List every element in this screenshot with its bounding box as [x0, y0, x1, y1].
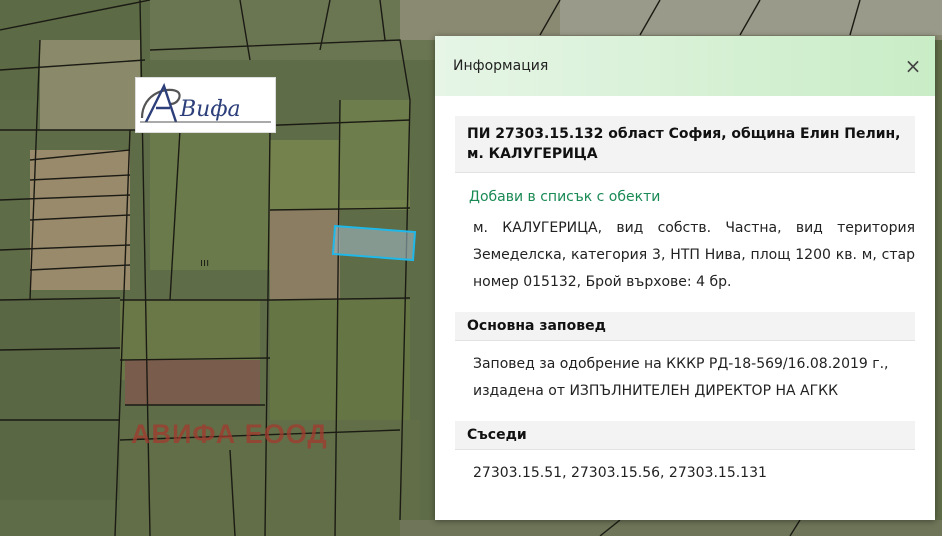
avifa-logo: Вифа	[135, 77, 276, 133]
info-panel-title: Информация	[453, 58, 549, 74]
add-to-list-link[interactable]: Добави в списък с обекти	[469, 189, 915, 205]
company-watermark: АВИФА ЕООД	[131, 419, 328, 449]
order-heading: Основна заповед	[455, 312, 915, 341]
info-panel: Информация × ПИ 27303.15.132 област Софи…	[435, 36, 935, 520]
close-icon[interactable]: ×	[903, 56, 923, 76]
info-panel-body: ПИ 27303.15.132 област София, община Ели…	[435, 96, 935, 487]
order-text: Заповед за одобрение на КККР РД-18-569/1…	[473, 356, 889, 399]
parcel-title: ПИ 27303.15.132 област София, община Ели…	[455, 116, 915, 173]
neighbors-text: 27303.15.51, 27303.15.56, 27303.15.131	[473, 465, 767, 481]
parcel-description: м. КАЛУГЕРИЦА, вид собств. Частна, вид т…	[473, 220, 915, 290]
svg-text:Вифа: Вифа	[179, 97, 241, 122]
neighbors-heading: Съседи	[455, 421, 915, 450]
avifa-logo-graphic: Вифа	[140, 82, 271, 123]
info-panel-header: Информация ×	[435, 36, 935, 96]
svg-text:ııı: ııı	[200, 256, 209, 269]
